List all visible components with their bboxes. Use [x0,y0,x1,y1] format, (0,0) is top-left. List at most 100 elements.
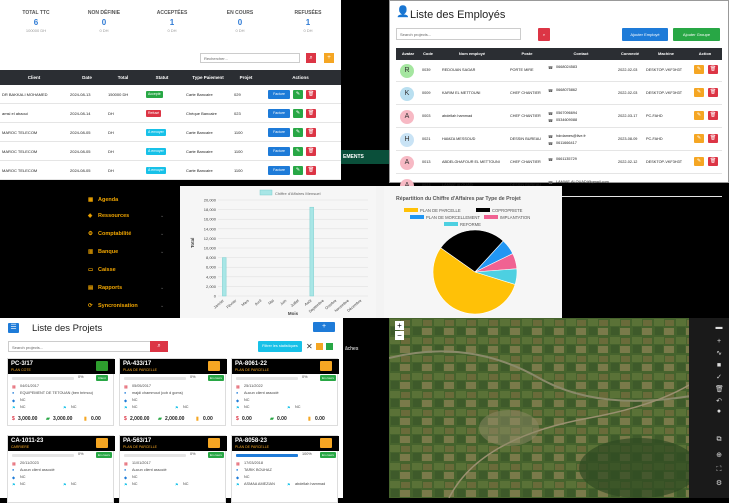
cell-client: amsi el abaoui [2,111,28,116]
table-row: DR BAKKALI MOHAMED 2024-08-13 150000 DH Car… [0,85,341,104]
layers-icon[interactable]: ⧉ [715,436,723,444]
menu-item-bank[interactable]: ▥ Banque [88,246,118,258]
user-icon: ● [124,391,127,395]
delete-icon[interactable]: 🗑 [708,157,718,166]
cell-contact-2: 0534609088 [556,118,578,122]
amount-paid: 2,000.00 [165,416,185,422]
menu-item-cash[interactable]: ▭ Caisse [88,264,116,276]
project-lead: NC [20,482,26,486]
satellite-map[interactable]: + − ▬ + ∿ ■ ✓ 🗑 ↶ ● ⧉ ⊕ ⛶ ⚙ [389,318,729,498]
accounting-icon: ⚙ [88,231,93,237]
delete-icon[interactable]: 🗑 [708,65,718,74]
line-tool-icon[interactable]: ▬ [715,324,723,332]
delete-icon[interactable]: 🗑 [708,134,718,143]
edit-icon[interactable]: ✎ [293,90,303,99]
fullscreen-icon[interactable]: ⛶ [715,466,723,474]
cell-machine: PC-FAHD [646,114,663,118]
menu-item-agenda[interactable]: ▦ Agenda [88,194,118,206]
calendar-icon[interactable] [316,343,323,350]
add-icon[interactable]: + [324,53,334,63]
invoice-button[interactable]: Facture [268,147,290,156]
project-card[interactable]: PA-8061-22 PLAN DE PARCELLE 0% En cours ▦ 25/… [231,358,339,426]
edit-icon[interactable]: ✎ [293,147,303,156]
cell-post: DESSIN BUREAU [510,137,542,141]
menu-item-reports[interactable]: ▤ Rapports [88,282,122,294]
delete-icon[interactable]: 🗑 [708,111,718,120]
undo-icon[interactable]: ↶ [715,398,723,406]
edit-icon[interactable]: ✎ [694,157,704,166]
square-tool-icon[interactable]: ■ [715,362,723,370]
col-payment: Type Paiement [192,75,224,80]
polyline-tool-icon[interactable]: ∿ [715,350,723,358]
check-icon[interactable]: ✓ [715,374,723,382]
project-card[interactable]: PC-3/17 PLAN COTE 0% Client ▦ 04/01/2017 ● EQUI… [7,358,115,426]
legend-swatch [476,208,490,212]
edit-icon[interactable]: ✎ [694,88,704,97]
cell-contact: 0661135729 [556,157,577,161]
cell-code: 0013 [422,160,431,164]
legend-swatch [404,208,418,212]
zoom-in-button[interactable]: + [395,321,404,330]
delete-icon[interactable]: 🗑 [306,109,316,118]
project-lead: NC [132,482,138,486]
col-action: Action [698,51,712,56]
filter-stats-button[interactable]: Filtrer les statistiques [258,341,302,352]
zoom-out-button[interactable]: − [395,331,404,340]
add-group-button[interactable]: Ajouter Groupe [673,28,720,41]
delete-icon[interactable]: 🗑 [306,128,316,137]
cell-client: DR BAKKALI MOHAMED [2,92,48,97]
edit-icon[interactable]: ✎ [293,128,303,137]
delete-icon[interactable]: 🗑 [306,90,316,99]
cell-project: 023 [234,111,241,116]
kpi-title: EN COURS [226,10,254,16]
invoice-button[interactable]: Facture [268,109,290,118]
locate-icon[interactable]: ⊕ [715,452,723,460]
search-icon[interactable]: ⌕ [538,28,550,41]
project-card[interactable]: PA-563/17 PLAN DE PARCELLE 0% En cours ▦ 11/0… [119,435,227,503]
team-icon: ⚑ [124,406,128,410]
y-tick-label: 8,000 [206,255,217,260]
plus-tool-icon[interactable]: + [715,338,723,346]
edit-icon[interactable]: ✎ [694,111,704,120]
edit-icon[interactable]: ✎ [694,65,704,74]
search-icon[interactable]: ⌕ [306,53,316,63]
status-badge: Refusé [146,110,162,117]
settings-icon[interactable]: ⚙ [715,480,723,488]
delete-icon[interactable]: 🗑 [306,147,316,156]
delete-icon[interactable]: 🗑 [306,166,316,175]
cell-date: 2022-02-12 [618,160,638,164]
cell-contact: 0668075862 [556,88,578,92]
add-project-button[interactable]: + [313,322,335,332]
add-employee-button[interactable]: Ajouter Employé [622,28,668,41]
invoice-button[interactable]: Facture [268,166,290,175]
search-icon[interactable]: ⌕ [150,341,168,352]
project-search-input[interactable]: Search projects... [8,341,158,352]
cell-client: MAROC TELECOM [2,168,38,173]
trash-icon[interactable]: 🗑 [715,386,724,394]
info-icon[interactable]: ● [715,408,723,416]
status-badge: À envoyer [146,148,166,155]
employee-search-input[interactable]: Search projects... [396,28,521,40]
sync-icon: ⟳ [88,303,93,309]
edit-icon[interactable]: ✎ [293,166,303,175]
edit-icon[interactable]: ✎ [293,109,303,118]
project-code: PC-3/17 [11,361,34,367]
project-card[interactable]: PA-433/17 PLAN DE PARCELLE 0% En cours ▦ 05/0… [119,358,227,426]
invoice-button[interactable]: Facture [268,90,290,99]
project-card[interactable]: CA-1011-23 CARRIERE 0% En cours ▦ 20/11/2023 ●… [7,435,115,503]
menu-item-resources[interactable]: ◈ Ressources [88,210,129,222]
delete-icon[interactable]: 🗑 [708,88,718,97]
invoice-search-input[interactable]: Rechercher... [200,53,300,63]
kpi-in-progress: EN COURS 0 0 DH [208,4,272,40]
partial-menu-label[interactable]: EMENTS [341,150,389,164]
close-icon[interactable]: ✕ [306,342,313,351]
invoice-button[interactable]: Facture [268,128,290,137]
menu-item-accounting[interactable]: ⚙ Comptabilité [88,228,131,240]
project-card[interactable]: PA-8058-23 PLAN DE PARCELLE 100% En cours ▦ 1… [231,435,339,503]
team-icon: ⚑ [124,483,128,487]
map-imagery [389,318,729,498]
grid-icon[interactable] [326,343,333,350]
edit-icon[interactable]: ✎ [694,134,704,143]
menu-item-sync[interactable]: ⟳ Syncronisation [88,300,138,312]
team-icon: ⚑ [236,406,240,410]
